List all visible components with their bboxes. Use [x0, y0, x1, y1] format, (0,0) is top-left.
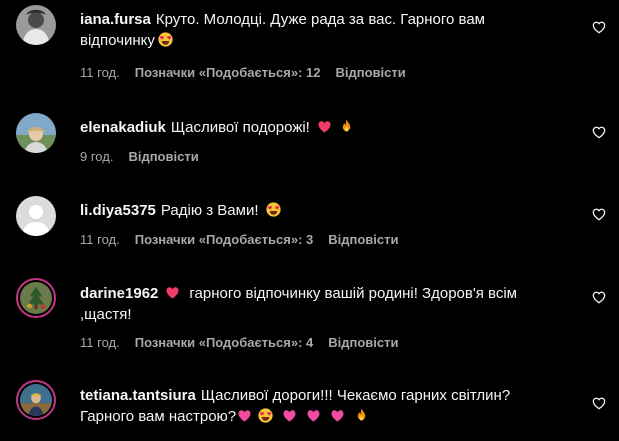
- comment-time: 9 год.: [80, 149, 114, 164]
- reply-button[interactable]: Відповісти: [328, 232, 398, 247]
- fire-emoji-icon: [354, 408, 369, 423]
- comment-meta: 11 год. Позначки «Подобається»: 12 Відпові…: [80, 65, 421, 80]
- red-heart-emoji-icon: [317, 119, 332, 134]
- comment-time: 11 год.: [80, 65, 120, 80]
- pink-heart-emoji-icon: [330, 408, 345, 423]
- comment-meta: 11 год. Позначки «Подобається»: 3 Відповіс…: [80, 232, 414, 247]
- reply-button[interactable]: Відповісти: [328, 335, 398, 350]
- pink-heart-emoji-icon: [282, 408, 297, 423]
- avatar[interactable]: [16, 196, 56, 236]
- comment-time: 11 год.: [80, 232, 120, 247]
- like-heart-icon[interactable]: [591, 124, 607, 140]
- reply-button[interactable]: Відповісти: [336, 65, 406, 80]
- likes-count-link[interactable]: Позначки «Подобається»: 3: [135, 232, 314, 247]
- comment-body: darine1962 гарного відпочинку вашій родин…: [80, 283, 550, 325]
- avatar[interactable]: [16, 380, 56, 420]
- likes-count-link[interactable]: Позначки «Подобається»: 12: [135, 65, 321, 80]
- like-heart-icon[interactable]: [591, 395, 607, 411]
- heart-eyes-emoji-icon: [258, 408, 273, 423]
- comments-list: iana.fursa Круто. Молодці. Дуже рада за в…: [0, 0, 619, 441]
- reply-button[interactable]: Відповісти: [128, 149, 198, 164]
- like-heart-icon[interactable]: [591, 206, 607, 222]
- likes-count-link[interactable]: Позначки «Подобається»: 4: [135, 335, 314, 350]
- comment-body: iana.fursa Круто. Молодці. Дуже рада за в…: [80, 9, 550, 51]
- comment-body: tetiana.tantsiura Щасливої дороги!!! Чека…: [80, 385, 550, 427]
- avatar[interactable]: [16, 278, 56, 318]
- comment-username[interactable]: elenakadiuk: [80, 119, 166, 136]
- comment-username[interactable]: li.diya5375: [80, 202, 156, 219]
- like-heart-icon[interactable]: [591, 289, 607, 305]
- comment-text: Щасливої подорожі!: [170, 119, 310, 136]
- comment-time: 11 год.: [80, 335, 120, 350]
- heart-eyes-emoji-icon: [266, 202, 281, 217]
- comment-meta: 9 год. Відповісти: [80, 149, 214, 164]
- red-heart-emoji-icon: [165, 285, 180, 300]
- comment-username[interactable]: darine1962: [80, 285, 158, 302]
- like-heart-icon[interactable]: [591, 19, 607, 35]
- comment-username[interactable]: iana.fursa: [80, 11, 151, 28]
- comment-meta: 11 год. Позначки «Подобається»: 4 Відповіс…: [80, 335, 414, 350]
- comment-body: li.diya5375 Радію з Вами!: [80, 200, 550, 221]
- fire-emoji-icon: [339, 119, 354, 134]
- avatar[interactable]: [16, 113, 56, 153]
- comment-text: Радію з Вами!: [160, 202, 259, 219]
- heart-eyes-emoji-icon: [158, 32, 173, 47]
- pink-heart-emoji-icon: [306, 408, 321, 423]
- comment-body: elenakadiuk Щасливої подорожі!: [80, 117, 550, 138]
- avatar[interactable]: [16, 5, 56, 45]
- comment-username[interactable]: tetiana.tantsiura: [80, 387, 196, 404]
- pink-heart-emoji-icon: [237, 408, 252, 423]
